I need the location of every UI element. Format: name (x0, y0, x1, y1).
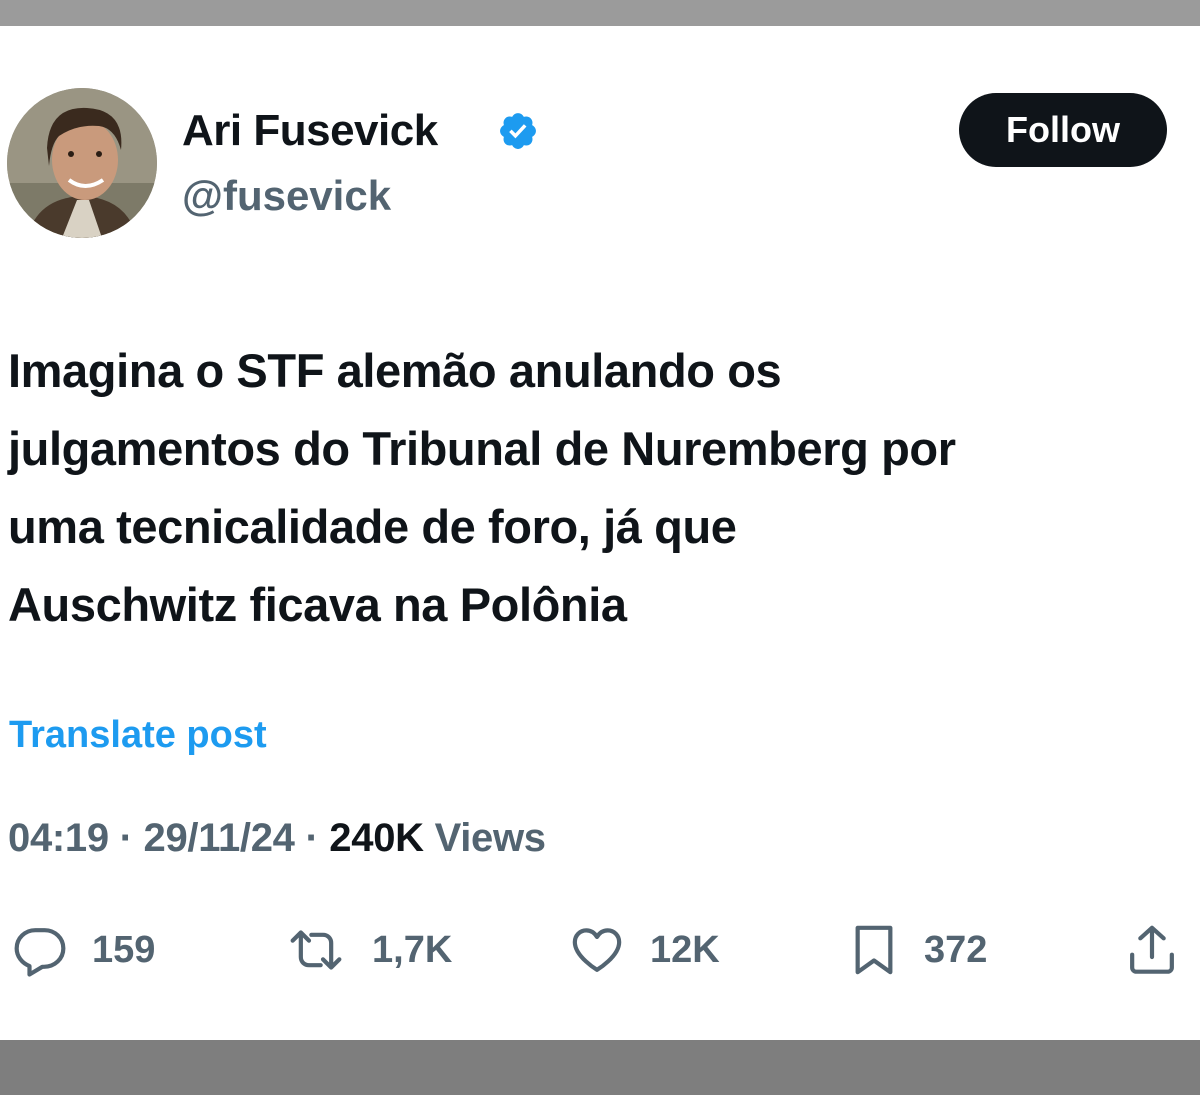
share-icon (1130, 925, 1174, 974)
like-button[interactable]: 12K (566, 922, 720, 978)
post-text-line: Auschwitz ficava na Polônia (8, 578, 627, 631)
top-frame-bar (0, 0, 1200, 26)
post-time[interactable]: 04:19 (8, 816, 109, 860)
translate-post-link[interactable]: Translate post (9, 714, 267, 757)
share-button[interactable] (1122, 922, 1182, 978)
post-card: Ari Fusevick @fusevick Follow Imagina o … (0, 26, 1200, 1040)
views-count: 240K (329, 816, 424, 860)
post-date[interactable]: 29/11/24 (144, 816, 295, 860)
bookmark-button[interactable]: 372 (846, 922, 987, 978)
author-display-name[interactable]: Ari Fusevick (182, 106, 438, 156)
bottom-frame-bar (0, 1040, 1200, 1095)
repost-icon (290, 930, 342, 970)
views-label: Views (434, 816, 546, 860)
avatar[interactable] (7, 88, 157, 238)
heart-icon (572, 928, 622, 972)
follow-button[interactable]: Follow (959, 93, 1167, 167)
avatar-image (7, 88, 157, 238)
meta-separator: · (119, 816, 133, 860)
repost-button[interactable]: 1,7K (282, 922, 452, 978)
post-text-line: uma tecnicalidade de foro, já que (8, 500, 737, 553)
like-count: 12K (650, 928, 720, 971)
bookmark-count: 372 (924, 928, 988, 971)
meta-separator: · (305, 816, 319, 860)
reply-icon (14, 928, 66, 977)
verified-badge-icon (500, 113, 536, 149)
bookmark-icon (855, 925, 893, 975)
reply-count: 159 (92, 928, 156, 971)
post-text-line: julgamentos do Tribunal de Nuremberg por (8, 422, 956, 475)
post-text: Imagina o STF alemão anulando os julgame… (8, 332, 1193, 644)
post-meta: 04:19 · 29/11/24 · 240K Views (8, 816, 546, 861)
post-text-line: Imagina o STF alemão anulando os (8, 344, 782, 397)
repost-count: 1,7K (372, 928, 453, 971)
reply-button[interactable]: 159 (10, 922, 155, 978)
author-handle[interactable]: @fusevick (182, 172, 391, 220)
